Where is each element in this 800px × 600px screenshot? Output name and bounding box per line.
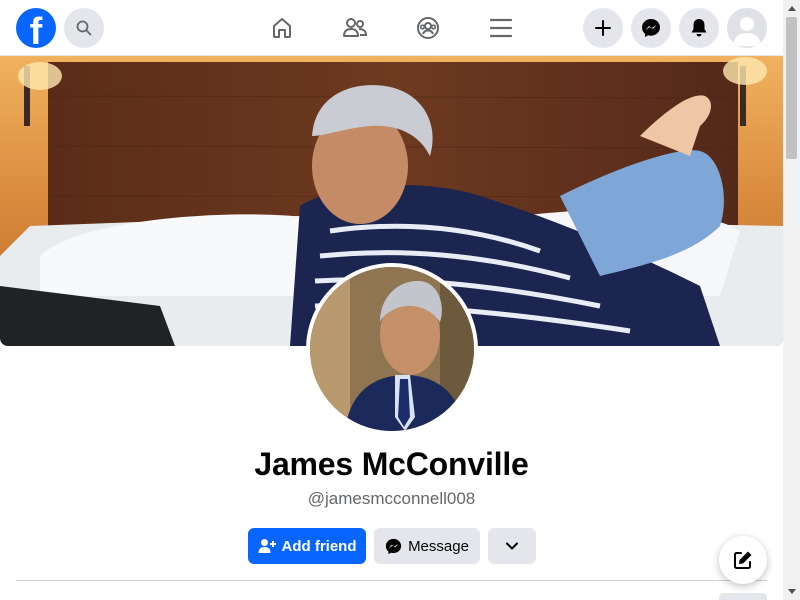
- section-divider: [16, 580, 767, 581]
- scroll-down-arrow[interactable]: [783, 583, 800, 600]
- scroll-up-icon: [787, 6, 796, 11]
- profile-handle: @jamesmcconnell008: [307, 489, 476, 508]
- compose-icon: [734, 551, 752, 569]
- search-button[interactable]: [64, 8, 104, 48]
- notifications-button[interactable]: [679, 8, 719, 48]
- avatar-placeholder: [727, 8, 767, 48]
- add-friend-icon: [258, 538, 276, 554]
- scroll-down-icon: [787, 589, 796, 594]
- groups-icon: [417, 17, 439, 39]
- account-avatar[interactable]: [727, 8, 767, 48]
- facebook-logo-letter: f: [29, 11, 43, 53]
- nav-menu[interactable]: [485, 12, 517, 44]
- message-button[interactable]: Message: [374, 528, 480, 564]
- more-options-button[interactable]: [488, 528, 536, 564]
- search-icon: [76, 20, 92, 36]
- nav-groups[interactable]: [412, 12, 444, 44]
- add-friend-label: Add friend: [281, 537, 357, 555]
- profile-name: James McConville: [254, 446, 529, 482]
- messenger-button[interactable]: [631, 8, 671, 48]
- plus-icon: [595, 20, 611, 36]
- scroll-up-arrow[interactable]: [783, 0, 800, 17]
- scrollbar-thumb[interactable]: [786, 17, 797, 159]
- profile-picture-image: [310, 267, 474, 431]
- friends-icon: [343, 18, 368, 37]
- nav-home[interactable]: [266, 12, 298, 44]
- top-navigation-bar: f: [0, 0, 783, 56]
- menu-icon: [490, 18, 512, 38]
- chevron-down-icon: [506, 542, 518, 550]
- message-label: Message: [408, 537, 469, 555]
- home-icon: [273, 18, 291, 38]
- bell-icon: [691, 19, 707, 37]
- nav-friends[interactable]: [339, 12, 371, 44]
- new-message-button[interactable]: [719, 536, 767, 584]
- facebook-logo[interactable]: f: [16, 8, 56, 53]
- bottom-button-peek: [719, 593, 767, 600]
- profile-picture[interactable]: [306, 263, 478, 435]
- messenger-icon: [642, 19, 660, 37]
- create-button[interactable]: [583, 8, 623, 48]
- messenger-icon: [385, 538, 402, 555]
- add-friend-button[interactable]: Add friend: [248, 528, 366, 564]
